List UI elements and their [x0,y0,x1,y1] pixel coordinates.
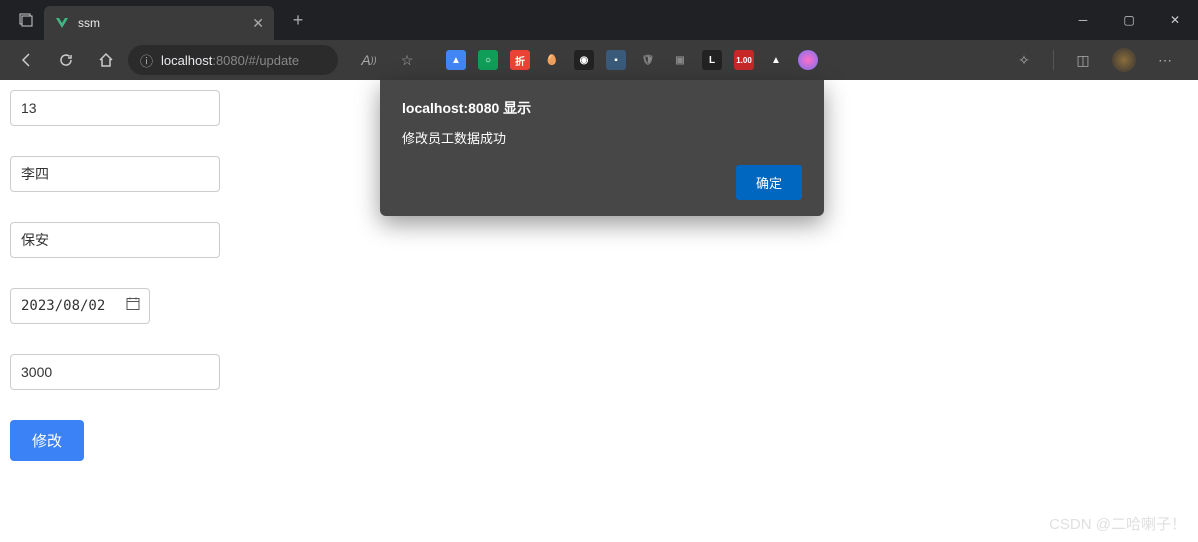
ext-zhe-icon[interactable]: 折 [510,50,530,70]
profile-avatar-icon[interactable] [1112,48,1136,72]
new-tab-button[interactable]: + [284,10,312,31]
alert-message: 修改员工数据成功 [402,128,802,147]
ext-green-icon[interactable]: ○ [478,50,498,70]
ext-cone-icon[interactable]: ▲ [766,50,786,70]
extensions: ▲ ○ 折 🥚 ◉ ▪ 🛡 ▣ L 1.00 ▲ [446,50,818,70]
sidebar-icon[interactable]: ◫ [1068,46,1098,74]
back-button[interactable] [8,44,44,76]
tab-title: ssm [78,16,252,30]
ext-blue-icon[interactable]: ▪ [606,50,626,70]
url-text: localhost:8080/#/update [161,53,299,68]
more-icon[interactable]: ⋯ [1150,46,1180,74]
url-path: /#/update [245,53,299,68]
maximize-button[interactable]: ▢ [1106,0,1152,40]
url-port: :8080 [212,53,245,68]
reader-icon[interactable]: A)) [354,46,384,74]
ext-badge-icon[interactable]: 1.00 [734,50,754,70]
watermark: CSDN @二哈喇子！ [1049,513,1186,534]
url-input[interactable]: ⓘ localhost:8080/#/update [128,45,338,75]
ext-l-icon[interactable]: L [702,50,722,70]
name-field[interactable] [10,156,220,192]
ext-collections-icon[interactable]: ▣ [670,50,690,70]
minimize-button[interactable]: ─ [1060,0,1106,40]
tab-stack-icon[interactable] [8,6,44,34]
address-bar: ⓘ localhost:8080/#/update A)) ☆ ▲ ○ 折 🥚 … [0,40,1198,80]
ext-egg-icon[interactable]: 🥚 [542,50,562,70]
info-icon: ⓘ [140,51,153,70]
salary-field[interactable] [10,354,220,390]
ext-shield-icon[interactable]: 🛡 [638,50,658,70]
window-titlebar: ssm ✕ + ─ ▢ ✕ [0,0,1198,40]
window-controls: ─ ▢ ✕ [1060,0,1198,40]
url-host: localhost [161,53,212,68]
ext-colorful-icon[interactable] [798,50,818,70]
alert-title: localhost:8080 显示 [402,98,802,118]
browser-tab[interactable]: ssm ✕ [44,6,274,40]
close-window-button[interactable]: ✕ [1152,0,1198,40]
url-actions: A)) ☆ [354,46,422,74]
extensions-icon[interactable]: ✧ [1009,46,1039,74]
separator [1053,50,1054,70]
date-field[interactable] [10,288,150,324]
favorite-icon[interactable]: ☆ [392,46,422,74]
close-tab-icon[interactable]: ✕ [252,15,264,32]
submit-button[interactable]: 修改 [10,420,84,461]
alert-actions: 确定 [402,165,802,200]
role-field[interactable] [10,222,220,258]
tab-area: ssm ✕ + [0,0,312,40]
refresh-button[interactable] [48,44,84,76]
ext-image-icon[interactable]: ▲ [446,50,466,70]
browser-right-controls: ✧ ◫ ⋯ [1009,46,1190,74]
home-button[interactable] [88,44,124,76]
alert-ok-button[interactable]: 确定 [736,165,802,200]
ext-dark-icon[interactable]: ◉ [574,50,594,70]
vue-favicon-icon [54,15,70,31]
alert-dialog: localhost:8080 显示 修改员工数据成功 确定 [380,80,824,216]
id-field[interactable] [10,90,220,126]
